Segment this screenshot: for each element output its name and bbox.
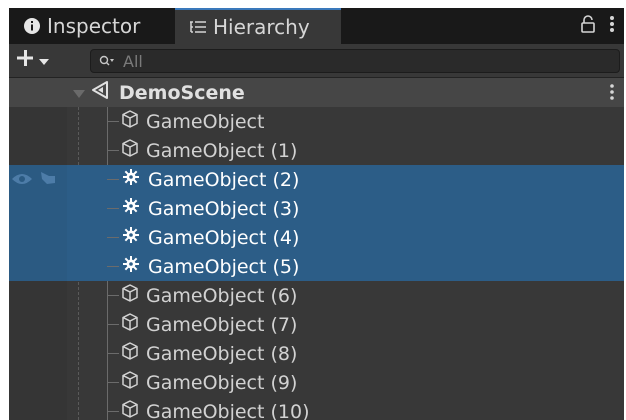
info-icon: [23, 17, 41, 35]
gear-icon: [122, 168, 140, 191]
tree-row[interactable]: GameObject (9): [9, 368, 624, 397]
hierarchy-tree: DemoScene GameObject GameObject (1) Game…: [9, 78, 624, 420]
gear-icon: [122, 197, 140, 220]
cube-icon: [120, 312, 140, 337]
gameobject-label: GameObject (2): [148, 168, 300, 191]
scene-menu-icon[interactable]: [610, 84, 614, 104]
tree-row[interactable]: GameObject (6): [9, 281, 624, 310]
tab-bar: Inspector Hierarchy: [9, 8, 624, 44]
cube-icon: [120, 283, 140, 308]
cube-icon: [120, 138, 140, 163]
hierarchy-window: Inspector Hierarchy All DemoScene GameOb…: [9, 8, 624, 420]
search-field[interactable]: [90, 49, 620, 73]
tab-inspector-label: Inspector: [47, 14, 141, 38]
tree-row[interactable]: GameObject: [9, 107, 624, 136]
toolbar: [9, 44, 624, 78]
gameobject-label: GameObject (7): [146, 313, 298, 336]
lock-icon[interactable]: [580, 15, 596, 37]
gear-icon: [122, 226, 140, 249]
tree-row-selected[interactable]: GameObject (2): [9, 165, 624, 194]
plus-icon: [15, 48, 35, 72]
gameobject-label: GameObject (3): [148, 197, 300, 220]
tree-row-selected[interactable]: GameObject (5): [9, 252, 624, 281]
pointer-hand-icon[interactable]: [39, 170, 57, 190]
gameobject-label: GameObject (4): [148, 226, 300, 249]
tab-hierarchy-label: Hierarchy: [213, 15, 310, 39]
foldout-arrow-icon[interactable]: [73, 82, 85, 104]
gameobject-label: GameObject (6): [146, 284, 298, 307]
gameobject-label: GameObject (1): [146, 139, 298, 162]
gameobject-label: GameObject: [146, 110, 265, 133]
gameobject-label: GameObject (8): [146, 342, 298, 365]
search-icon: [99, 52, 115, 71]
cube-icon: [120, 370, 140, 395]
scene-row[interactable]: DemoScene: [9, 78, 624, 107]
tree-row-selected[interactable]: GameObject (4): [9, 223, 624, 252]
chevron-down-icon: [39, 51, 49, 70]
add-dropdown-button[interactable]: [15, 48, 49, 72]
list-icon: [189, 19, 207, 35]
search-input[interactable]: [121, 50, 605, 72]
tree-row[interactable]: GameObject (8): [9, 339, 624, 368]
cube-icon: [120, 341, 140, 366]
gameobject-label: GameObject (5): [148, 255, 300, 278]
unity-scene-icon: [91, 80, 111, 105]
scene-name: DemoScene: [119, 81, 245, 104]
gameobject-label: GameObject (9): [146, 371, 298, 394]
cube-icon: [120, 399, 140, 420]
gear-icon: [122, 255, 140, 278]
cube-icon: [120, 109, 140, 134]
gameobject-label: GameObject (10): [146, 400, 310, 420]
window-menu-icon[interactable]: [610, 15, 614, 37]
tree-row[interactable]: GameObject (10): [9, 397, 624, 420]
tab-hierarchy[interactable]: Hierarchy: [175, 8, 341, 44]
eye-icon[interactable]: [11, 171, 33, 190]
tree-row[interactable]: GameObject (7): [9, 310, 624, 339]
tab-inspector[interactable]: Inspector: [23, 8, 140, 44]
tree-row[interactable]: GameObject (1): [9, 136, 624, 165]
tree-row-selected[interactable]: GameObject (3): [9, 194, 624, 223]
